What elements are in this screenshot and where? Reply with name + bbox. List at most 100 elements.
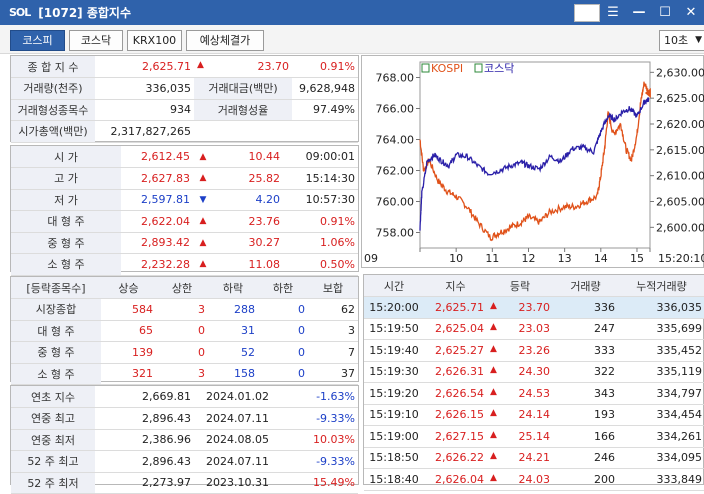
tick-row[interactable]: 15:20:00 2,625.71 ▲ 23.70 336 336,035 [364,296,704,319]
tick-row[interactable]: 15:19:10 2,626.15 ▲ 24.14 193 334,454 [364,404,704,426]
tick-cum-volume: 335,452 [618,339,704,362]
yearly-rate: -1.63% [281,386,358,408]
yearly-date: 2024.07.11 [194,450,281,473]
tick-change: ▲ 25.14 [487,425,553,448]
maximize-icon[interactable]: ☐ [652,5,678,20]
tick-cum-volume: 334,797 [618,382,704,405]
left-tick-label: 766.00 [376,103,415,116]
breadth-row: 시장종합 584 3 288 0 62 [11,298,358,321]
breadth-cell: 52 [208,341,258,364]
tick-row[interactable]: 15:19:20 2,626.54 ▲ 24.53 343 334,797 [364,382,704,405]
yearly-value: 2,273.97 [95,472,194,494]
traded-ratio-value: 97.49% [292,99,358,121]
breadth-cell: 3 [308,320,358,342]
tick-time: 15:18:40 [364,468,424,491]
tab-kospi[interactable]: 코스피 [10,30,65,51]
tick-time: 15:19:20 [364,382,424,405]
breadth-cell: 158 [208,363,258,385]
price-extra: 0.91% [283,210,358,233]
left-tick-label: 762.00 [376,165,415,178]
tick-panel: 시간 지수 등락 거래량 누적거래량 15:20:00 2,625.71 ▲ 23.70 336 3… [363,274,704,491]
price-extra: 10:57:30 [283,189,358,211]
tick-time: 15:20:00 [364,296,424,319]
price-label: 중 형 주 [11,232,121,254]
interval-select[interactable]: 10초 ▼ [659,30,704,51]
breadth-cell: 7 [308,341,358,364]
index-value: 2,625.71 [95,56,194,78]
change-cell: 30.27 [213,232,283,254]
summary-label: 거래량(천주) [11,77,95,100]
left-tick-label: 758.00 [376,227,415,240]
tick-index: 2,626.54 [424,382,487,405]
tick-time: 15:19:50 [364,318,424,340]
tick-change: ▲ 23.26 [487,339,553,362]
tick-change: ▲ 24.21 [487,447,553,469]
breadth-cell: 0 [258,298,308,321]
yearly-label: 52 주 최저 [11,472,95,494]
tab-kosdaq[interactable]: 코스닥 [69,30,123,51]
tick-index: 2,626.31 [424,361,487,383]
tick-row[interactable]: 15:19:40 2,625.27 ▲ 23.26 333 335,452 [364,339,704,362]
tick-cum-volume: 334,261 [618,425,704,448]
tick-row[interactable]: 15:19:00 2,627.15 ▲ 25.14 166 334,261 [364,425,704,448]
screen-one-button[interactable]: 1 [574,3,600,22]
yearly-row: 연중 최고 2,896.43 2024.07.11 -9.33% [11,407,358,430]
price-row: 고 가 2,627.83 ▲ 25.82 15:14:30 [11,167,358,190]
tick-row[interactable]: 15:19:30 2,626.31 ▲ 24.30 322 335,119 [364,361,704,383]
sol-logo: SOL [9,6,31,19]
up-arrow-icon: ▲ [193,253,213,276]
breadth-cell: 62 [308,298,358,321]
column-header: 상승 [101,277,156,299]
left-tick-label: 764.00 [376,134,415,147]
breadth-cell: 시장종합 [11,298,101,321]
tick-change: ▲ 23.03 [487,318,553,340]
tick-time: 15:19:30 [364,361,424,383]
right-tick-label: 2,600.00 [656,221,704,234]
tick-volume: 200 [553,468,618,491]
tab-expected[interactable]: 예상체결가 [186,30,264,51]
summary-panel: 종 합 지 수 2,625.71 ▲ 23.70 0.91% 거래량(천주) 33… [10,55,359,143]
change-cell: 11.08 [213,253,283,276]
tick-volume: 193 [553,404,618,426]
amount-value: 9,628,948 [292,77,358,100]
change-cell: 25.82 [213,167,283,190]
breadth-row: 소 형 주 321 3 158 0 37 [11,363,358,385]
x-tick-label: 14 [594,252,608,265]
right-tick-label: 2,615.00 [656,144,704,157]
x-tick-label: 11 [485,252,499,265]
price-row: 소 형 주 2,232.28 ▲ 11.08 0.50% [11,253,358,276]
breadth-cell: 대 형 주 [11,320,101,342]
yearly-value: 2,896.43 [95,407,194,430]
change-cell: 10.44 [213,146,283,168]
summary-label: 거래형성율 [194,99,292,121]
tick-cum-volume: 335,699 [618,318,704,340]
breadth-row: 대 형 주 65 0 31 0 3 [11,320,358,342]
tick-row[interactable]: 15:18:40 2,626.04 ▲ 24.03 200 333,849 [364,468,704,491]
price-value: 2,893.42 [121,232,193,254]
summary-label: 거래대금(백만) [194,77,292,100]
toolbar: 코스피 코스닥 KRX100 예상체결가 10초 ▼ [0,25,704,54]
price-panel: 시 가 2,612.45 ▲ 10.44 09:00:01 고 가 2,627.83 ▲ 25.… [10,145,359,276]
up-arrow-icon: ▲ [193,232,213,254]
up-arrow-icon: ▲ [490,451,497,462]
tick-row[interactable]: 15:19:50 2,625.04 ▲ 23.03 247 335,699 [364,318,704,340]
price-row: 중 형 주 2,893.42 ▲ 30.27 1.06% [11,232,358,254]
tick-volume: 336 [553,296,618,319]
yearly-panel: 연초 지수 2,669.81 2024.01.02 -1.63% 연중 최고 2,896.… [10,385,359,494]
price-extra: 1.06% [283,232,358,254]
yearly-value: 2,896.43 [95,450,194,473]
tab-krx100[interactable]: KRX100 [127,30,182,51]
breadth-cell: 소 형 주 [11,363,101,385]
yearly-row: 52 주 최고 2,896.43 2024.07.11 -9.33% [11,450,358,473]
close-icon[interactable]: ✕ [678,5,704,20]
yearly-date: 2024.07.11 [194,407,281,430]
yearly-label: 연중 최고 [11,407,95,430]
menu-icon[interactable]: ☰ [600,5,626,20]
up-arrow-icon: ▲ [490,365,497,376]
column-header: 하락 [208,277,258,299]
yearly-row: 연초 지수 2,669.81 2024.01.02 -1.63% [11,386,358,408]
price-row: 대 형 주 2,622.04 ▲ 23.76 0.91% [11,210,358,233]
minimize-icon[interactable]: — [626,5,652,20]
tick-row[interactable]: 15:18:50 2,626.22 ▲ 24.21 246 334,095 [364,447,704,469]
change-cell: 4.20 [213,189,283,211]
